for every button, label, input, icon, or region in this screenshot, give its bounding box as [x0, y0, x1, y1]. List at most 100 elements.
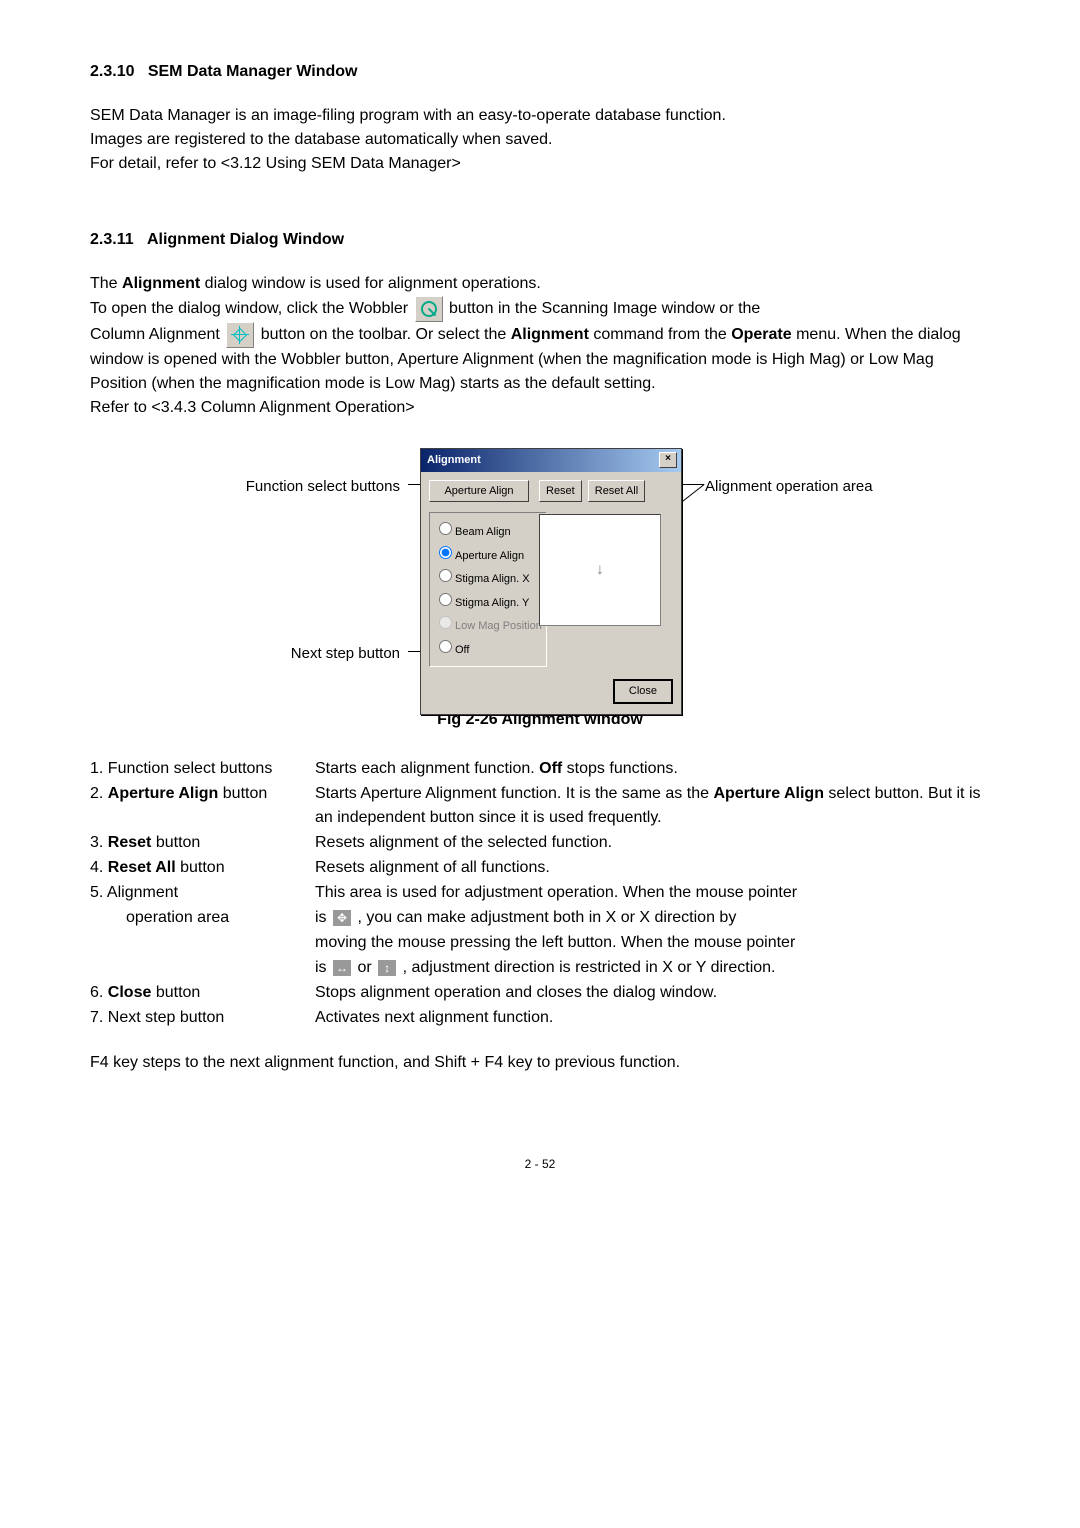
- text: Starts each alignment function.: [315, 760, 539, 777]
- wobbler-icon: [415, 296, 443, 322]
- cursor-move-icon: ✥: [333, 910, 351, 926]
- section-number: 2.3.11: [90, 231, 134, 248]
- item-list: 1. Function select buttons Starts each a…: [90, 757, 990, 1030]
- text: button: [176, 859, 225, 876]
- text: button: [151, 834, 200, 851]
- figure-alignment-window: Function select buttons Next step button…: [180, 448, 900, 698]
- text: SEM Data Manager is an image-filing prog…: [90, 107, 726, 124]
- close-button[interactable]: Close: [613, 679, 673, 704]
- item-desc: is ✥ , you can make adjustment both in X…: [315, 906, 990, 930]
- text-bold: Reset All: [108, 859, 176, 876]
- text: 3.: [90, 834, 108, 851]
- paragraph: SEM Data Manager is an image-filing prog…: [90, 104, 990, 176]
- list-item: 6. Close button Stops alignment operatio…: [90, 981, 990, 1005]
- text: button on the toolbar. Or select the: [261, 326, 511, 343]
- down-arrow-icon: ↓: [596, 558, 604, 582]
- list-item: 4. Reset All button Resets alignment of …: [90, 856, 990, 880]
- item-label: operation area: [90, 906, 315, 930]
- item-label: 4. Reset All button: [90, 856, 315, 880]
- text-bold: Alignment: [122, 275, 200, 292]
- reset-button[interactable]: Reset: [539, 480, 582, 503]
- item-label: 1. Function select buttons: [90, 757, 315, 781]
- list-item: 1. Function select buttons Starts each a…: [90, 757, 990, 781]
- cursor-vertical-icon: ↕: [378, 960, 396, 976]
- text-bold: Aperture Align: [108, 785, 219, 802]
- text: Refer to <3.4.3 Column Alignment Operati…: [90, 399, 415, 416]
- text: Starts Aperture Alignment function. It i…: [315, 785, 713, 802]
- item-desc: Resets alignment of all functions.: [315, 856, 990, 880]
- dialog-title: Alignment: [427, 452, 481, 469]
- text-bold: Close: [108, 984, 152, 1001]
- annotation-alignment-area: Alignment operation area: [705, 476, 873, 499]
- item-label: 7. Next step button: [90, 1006, 315, 1030]
- radio-label: Stigma Align. Y: [455, 597, 529, 609]
- radio-label: Stigma Align. X: [455, 573, 530, 585]
- radio-stigma-y[interactable]: Stigma Align. Y: [434, 590, 542, 612]
- section-heading: 2.3.10 SEM Data Manager Window: [90, 60, 990, 84]
- radio-label: Off: [455, 644, 469, 656]
- text: Images are registered to the database au…: [90, 131, 553, 148]
- text-bold: Aperture Align: [713, 785, 824, 802]
- annotation-function-select: Function select buttons: [246, 476, 400, 499]
- radio-aperture-align[interactable]: Aperture Align: [434, 543, 542, 565]
- list-item: is ↔ or ↕ , adjustment direction is rest…: [90, 956, 990, 980]
- text-bold: Alignment: [511, 326, 589, 343]
- item-label: 3. Reset button: [90, 831, 315, 855]
- text: or: [353, 959, 376, 976]
- radio-low-mag: Low Mag Position: [434, 613, 542, 635]
- footnote: F4 key steps to the next alignment funct…: [90, 1051, 990, 1075]
- text-bold: Reset: [108, 834, 152, 851]
- item-desc: Starts Aperture Alignment function. It i…: [315, 782, 990, 830]
- text: 6.: [90, 984, 108, 1001]
- text: 4.: [90, 859, 108, 876]
- page-number: 2 - 52: [90, 1155, 990, 1173]
- function-radio-group: Beam Align Aperture Align Stigma Align. …: [429, 512, 547, 667]
- text: button: [151, 984, 200, 1001]
- text: button: [218, 785, 267, 802]
- text: , you can make adjustment both in X or X…: [353, 909, 736, 926]
- list-item: 2. Aperture Align button Starts Aperture…: [90, 782, 990, 830]
- text: For detail, refer to <3.12 Using SEM Dat…: [90, 155, 461, 172]
- text: stops functions.: [562, 760, 678, 777]
- cursor-horizontal-icon: ↔: [333, 960, 351, 976]
- dialog-titlebar: Alignment ×: [421, 449, 681, 472]
- section-title: Alignment Dialog Window: [147, 231, 344, 248]
- item-label: 6. Close button: [90, 981, 315, 1005]
- list-item: 3. Reset button Resets alignment of the …: [90, 831, 990, 855]
- close-icon[interactable]: ×: [659, 452, 677, 468]
- text: Column Alignment: [90, 326, 224, 343]
- text: is: [315, 909, 331, 926]
- alignment-operation-area[interactable]: ↓: [539, 514, 661, 626]
- item-label: 2. Aperture Align button: [90, 782, 315, 806]
- text: button in the Scanning Image window or t…: [449, 300, 760, 317]
- paragraph: The Alignment dialog window is used for …: [90, 272, 990, 420]
- text: 2.: [90, 785, 108, 802]
- item-desc: Starts each alignment function. Off stop…: [315, 757, 990, 781]
- aperture-align-button[interactable]: Aperture Align: [429, 480, 529, 503]
- list-item: 5. Alignment This area is used for adjus…: [90, 881, 990, 905]
- item-desc: Resets alignment of the selected functio…: [315, 831, 990, 855]
- radio-off[interactable]: Off: [434, 637, 542, 659]
- item-desc: This area is used for adjustment operati…: [315, 881, 990, 905]
- reset-all-button[interactable]: Reset All: [588, 480, 645, 503]
- radio-label: Aperture Align: [455, 550, 524, 562]
- section-heading: 2.3.11 Alignment Dialog Window: [90, 228, 990, 252]
- text-bold: Operate: [731, 326, 791, 343]
- radio-label: Beam Align: [455, 526, 511, 538]
- radio-beam-align[interactable]: Beam Align: [434, 519, 542, 541]
- list-item: moving the mouse pressing the left butto…: [90, 931, 990, 955]
- radio-stigma-x[interactable]: Stigma Align. X: [434, 566, 542, 588]
- annotation-next-step: Next step button: [291, 643, 400, 666]
- text: To open the dialog window, click the Wob…: [90, 300, 413, 317]
- item-desc: moving the mouse pressing the left butto…: [315, 931, 990, 955]
- text: , adjustment direction is restricted in …: [398, 959, 775, 976]
- list-item: operation area is ✥ , you can make adjus…: [90, 906, 990, 930]
- text-bold: Off: [539, 760, 562, 777]
- list-item: 7. Next step button Activates next align…: [90, 1006, 990, 1030]
- section-number: 2.3.10: [90, 63, 134, 80]
- item-desc: Activates next alignment function.: [315, 1006, 990, 1030]
- text: is: [315, 959, 331, 976]
- item-desc: is ↔ or ↕ , adjustment direction is rest…: [315, 956, 990, 980]
- text: command from the: [589, 326, 731, 343]
- item-desc: Stops alignment operation and closes the…: [315, 981, 990, 1005]
